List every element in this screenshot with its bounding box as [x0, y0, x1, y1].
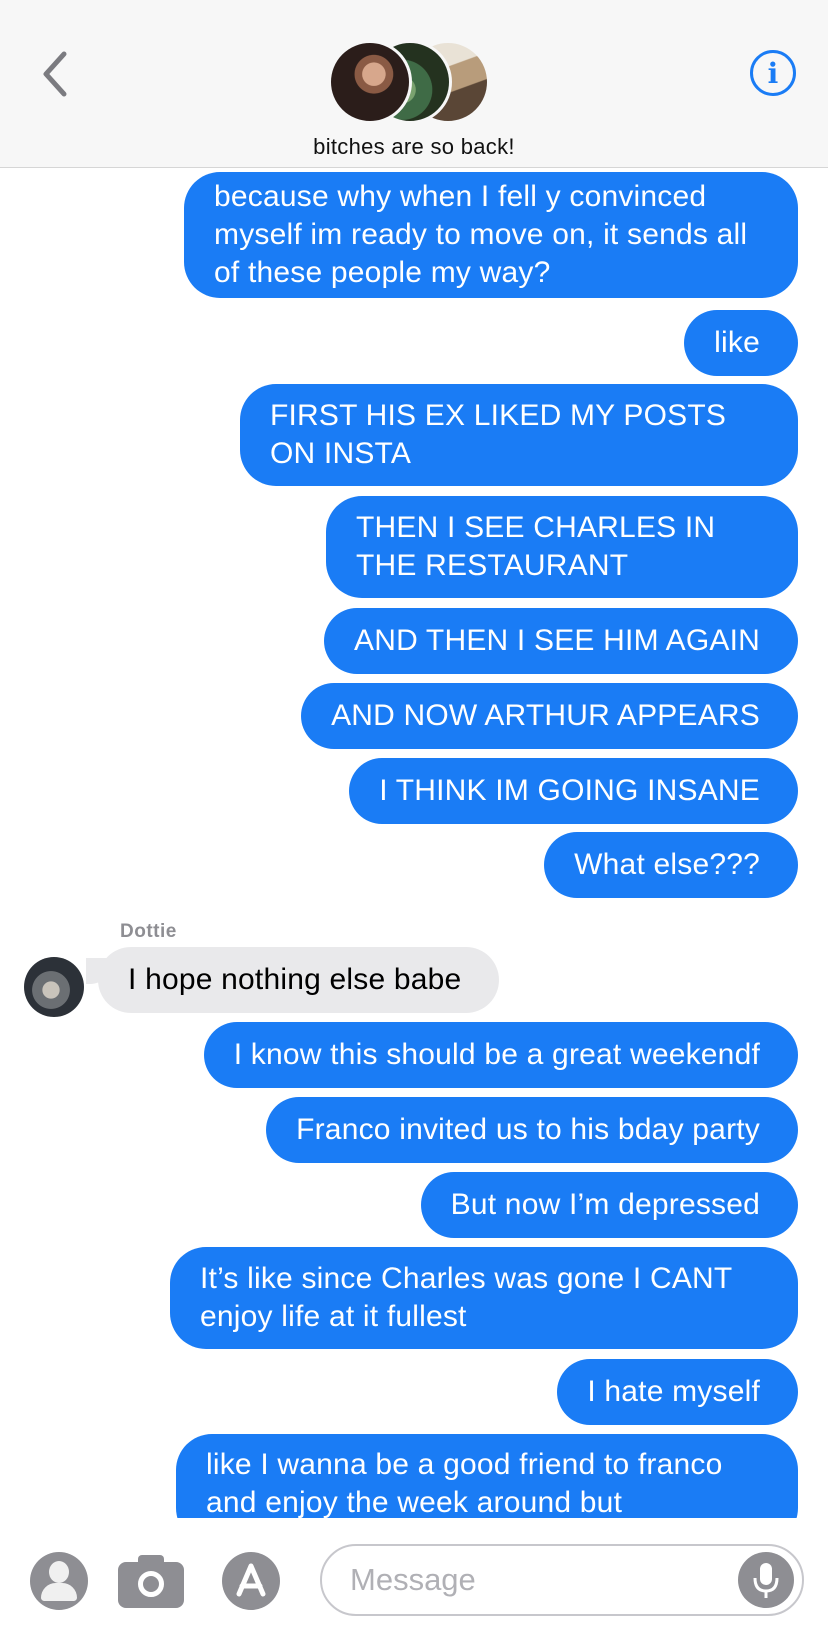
message-text: I hope nothing else babe [128, 963, 462, 996]
message-bubble-outgoing[interactable]: FIRST HIS EX LIKED MY POSTS ON INSTA [240, 384, 798, 486]
message-bubble-outgoing[interactable]: I hate myself [557, 1359, 798, 1425]
message-text: It’s like since Charles was gone I CANT … [200, 1262, 732, 1333]
message-text: because why when I fell y convinced myse… [214, 180, 748, 289]
avatar [328, 40, 412, 124]
sender-name: Dottie [120, 921, 177, 942]
message-text: What else??? [574, 848, 760, 881]
message-placeholder: Message [350, 1562, 476, 1597]
message-input[interactable]: Message [320, 1544, 804, 1616]
message-bubble-outgoing[interactable]: like I wanna be a good friend to franco … [176, 1434, 798, 1518]
message-text: I hate myself [587, 1375, 760, 1408]
message-text: Franco invited us to his bday party [296, 1113, 760, 1146]
app-store-icon[interactable] [222, 1552, 280, 1610]
microphone-icon[interactable] [738, 1552, 794, 1608]
message-bubble-outgoing[interactable]: It’s like since Charles was gone I CANT … [170, 1247, 798, 1349]
group-name[interactable]: bitches are so back! [0, 134, 828, 160]
message-text: like I wanna be a good friend to franco … [206, 1448, 723, 1518]
contact-icon[interactable] [30, 1552, 88, 1610]
conversation-header: bitches are so back! i [0, 0, 828, 168]
info-icon: i [767, 56, 779, 90]
message-text: like [714, 326, 760, 359]
message-bubble-outgoing[interactable]: because why when I fell y convinced myse… [184, 172, 798, 298]
group-avatars[interactable] [328, 38, 490, 128]
message-bubble-outgoing[interactable]: THEN I SEE CHARLES IN THE RESTAURANT [326, 496, 798, 598]
camera-icon[interactable] [118, 1552, 184, 1610]
message-bubble-outgoing[interactable]: But now I’m depressed [420, 1172, 798, 1238]
app-store-glyph [236, 1563, 266, 1597]
message-text: AND THEN I SEE HIM AGAIN [354, 624, 760, 657]
message-text: AND NOW ARTHUR APPEARS [331, 699, 760, 732]
message-text: I know this should be a great weekendf [233, 1038, 760, 1071]
message-bubble-outgoing[interactable]: AND NOW ARTHUR APPEARS [301, 683, 798, 749]
message-text: I THINK IM GOING INSANE [379, 774, 760, 807]
message-bubble-outgoing[interactable]: I THINK IM GOING INSANE [349, 758, 798, 824]
message-bubble-outgoing[interactable]: Franco invited us to his bday party [266, 1097, 798, 1163]
message-text: FIRST HIS EX LIKED MY POSTS ON INSTA [270, 399, 727, 470]
message-text: But now I’m depressed [450, 1188, 760, 1221]
message-composer: Message [0, 1522, 828, 1627]
message-text: THEN I SEE CHARLES IN THE RESTAURANT [356, 511, 716, 582]
info-button[interactable]: i [750, 50, 796, 96]
message-bubble-outgoing[interactable]: What else??? [544, 832, 798, 898]
message-bubble-incoming[interactable]: I hope nothing else babe [98, 947, 500, 1013]
message-bubble-outgoing[interactable]: AND THEN I SEE HIM AGAIN [324, 608, 798, 674]
sender-avatar[interactable] [24, 957, 84, 1017]
message-bubble-outgoing[interactable]: like [684, 310, 798, 376]
back-button[interactable] [30, 44, 80, 104]
microphone-glyph [753, 1563, 779, 1598]
message-thread[interactable]: because why when I fell y convinced myse… [0, 168, 828, 1518]
chevron-left-icon [43, 51, 67, 97]
message-bubble-outgoing[interactable]: I know this should be a great weekendf [203, 1022, 798, 1088]
